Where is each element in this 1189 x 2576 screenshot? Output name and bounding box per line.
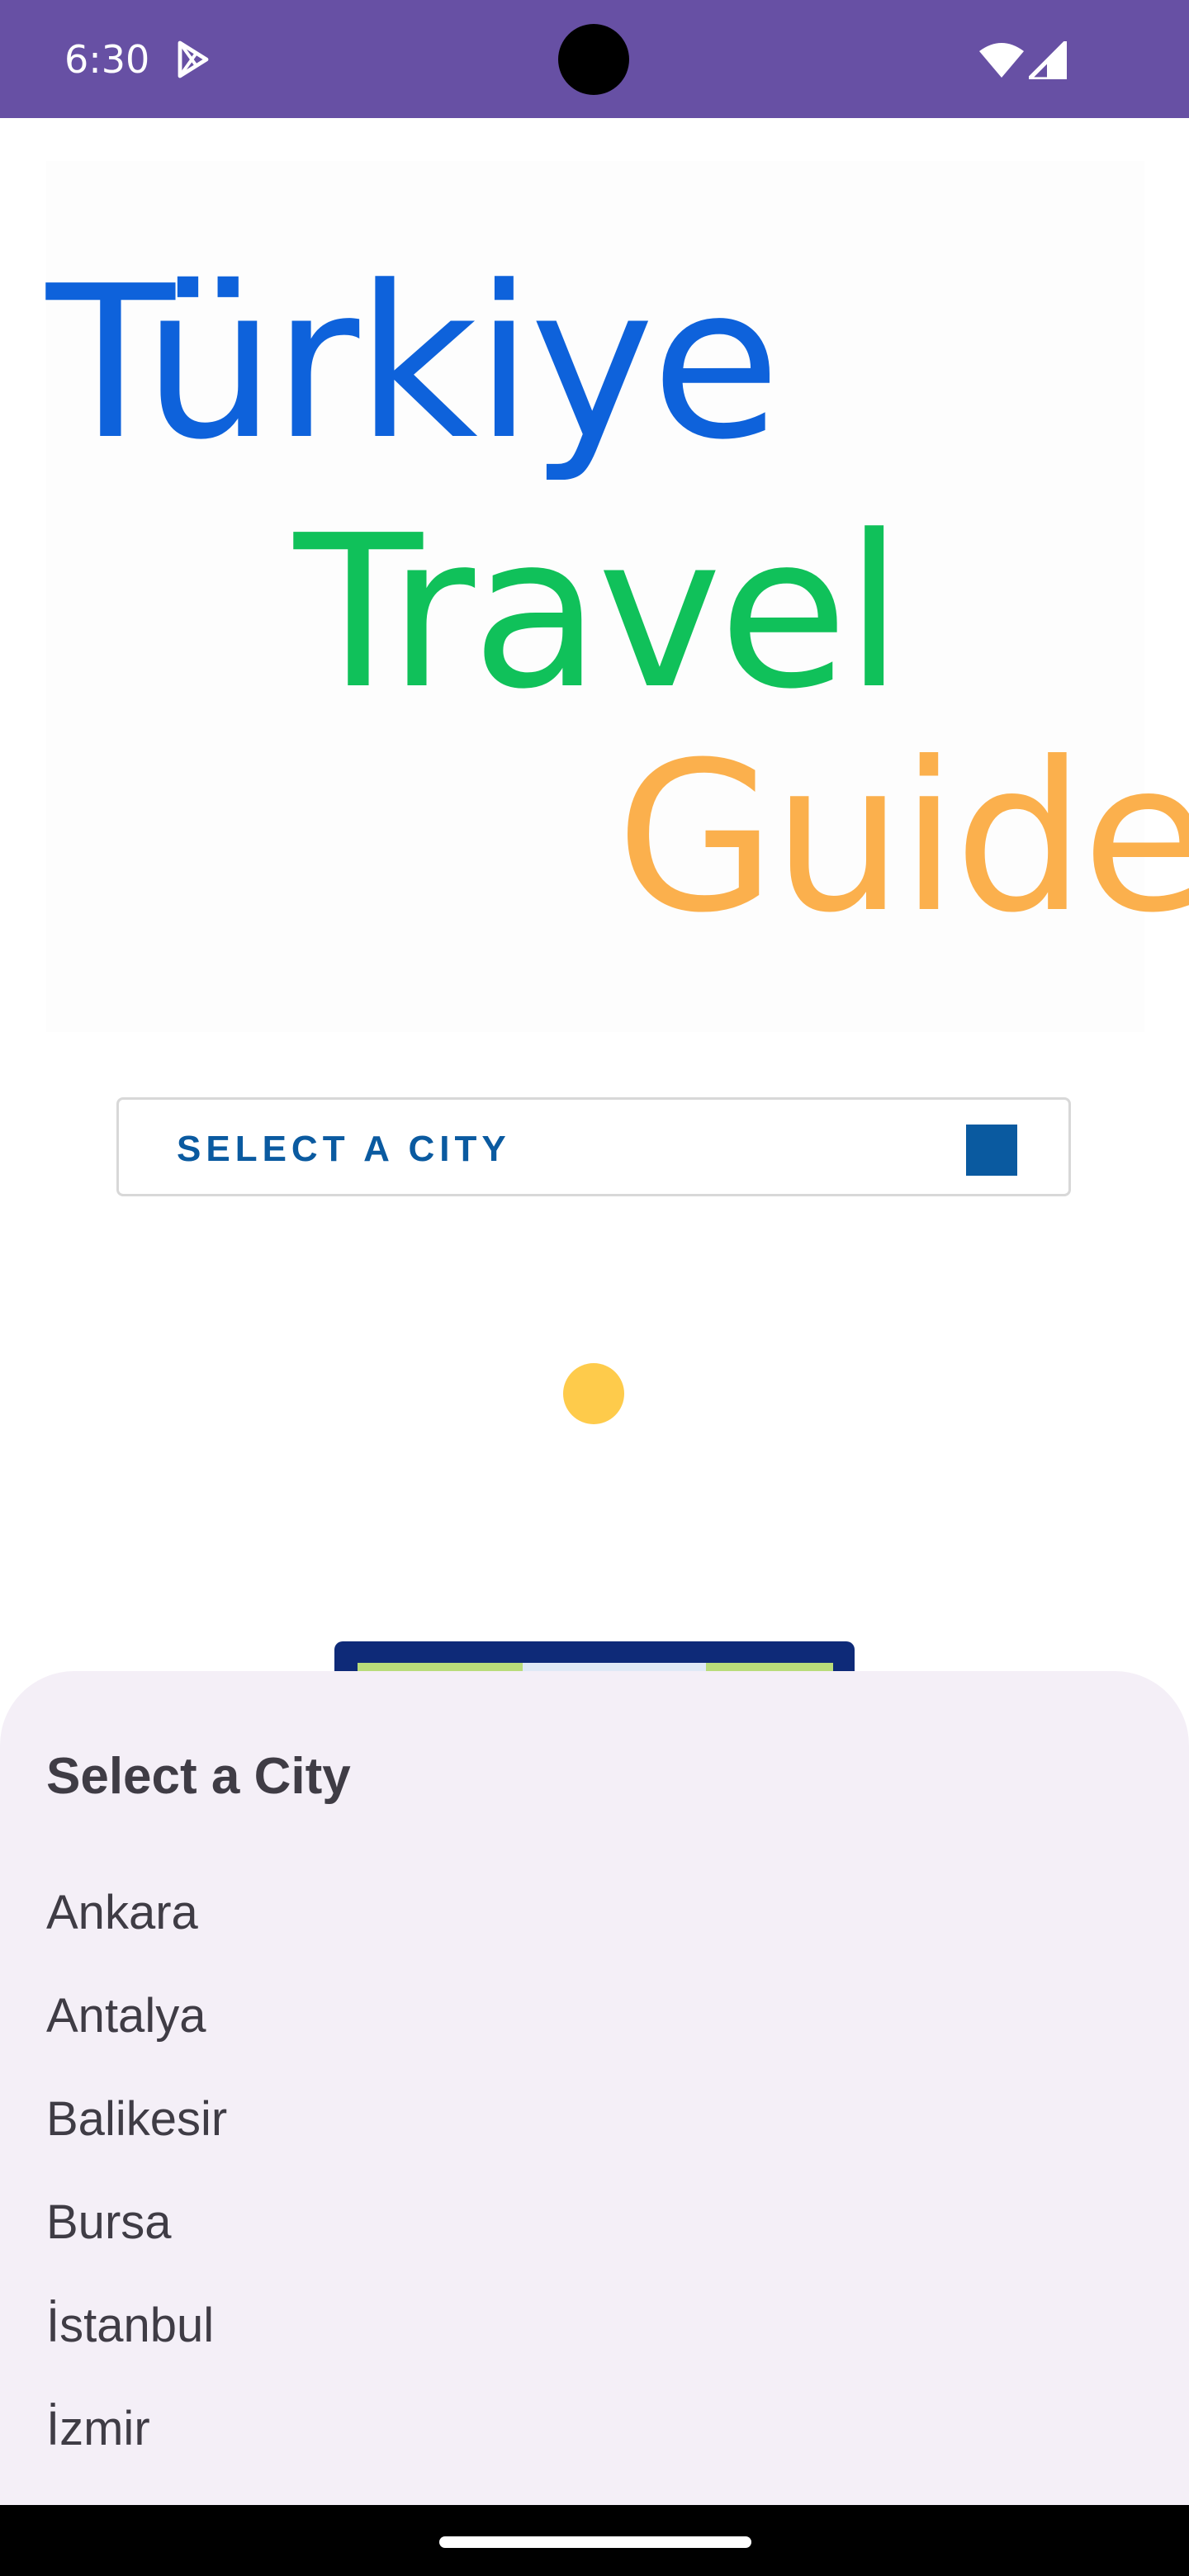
- sheet-title: Select a City: [46, 1748, 351, 1805]
- wifi-icon: [979, 43, 1024, 78]
- city-option-istanbul[interactable]: İstanbul: [46, 2297, 214, 2355]
- navigation-bar: [0, 2505, 1189, 2576]
- logo-word-travel: Travel: [294, 490, 903, 736]
- play-store-icon: [178, 40, 209, 78]
- city-option-izmir[interactable]: İzmir: [46, 2400, 150, 2458]
- status-bar: 6:30: [0, 0, 1189, 118]
- city-option-ankara[interactable]: Ankara: [46, 1884, 198, 1942]
- app-logo: Türkiye Travel Guide: [46, 161, 1189, 1032]
- loading-indicator: [563, 1363, 624, 1424]
- app-screen: 6:30 Türkiye Travel Guide SELECT A CITY …: [0, 0, 1189, 2576]
- city-option-antalya[interactable]: Antalya: [46, 1987, 206, 2045]
- logo-word-turkiye: Türkiye: [46, 241, 781, 486]
- city-option-balikesir[interactable]: Balikesir: [46, 2091, 227, 2148]
- cell-signal-icon: [1029, 41, 1067, 79]
- home-indicator[interactable]: [439, 2536, 751, 2548]
- logo-word-guide: Guide: [616, 717, 1189, 958]
- status-time: 6:30: [64, 37, 150, 82]
- camera-cutout: [558, 24, 629, 95]
- select-city-button[interactable]: SELECT A CITY: [116, 1097, 1071, 1196]
- dropdown-square-icon: [966, 1125, 1017, 1176]
- city-bottom-sheet: Select a City Ankara Antalya Balikesir B…: [0, 1671, 1189, 2505]
- city-option-bursa[interactable]: Bursa: [46, 2194, 172, 2252]
- select-city-label: SELECT A CITY: [177, 1129, 511, 1169]
